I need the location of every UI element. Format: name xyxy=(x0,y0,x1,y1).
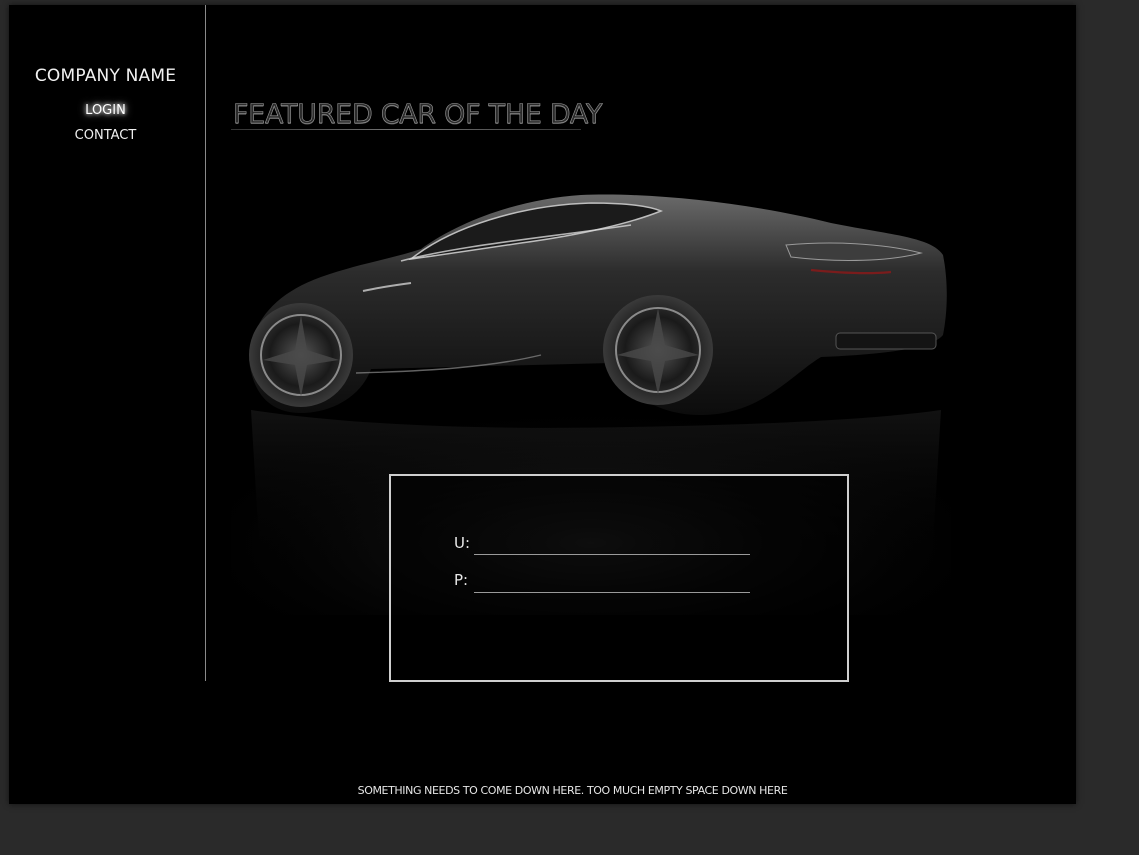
password-field[interactable] xyxy=(474,572,750,593)
nav-contact-link[interactable]: CONTACT xyxy=(9,128,202,143)
username-field[interactable] xyxy=(474,534,750,555)
title-underline xyxy=(231,129,581,130)
nav-login-link[interactable]: LOGIN xyxy=(9,103,202,118)
page-title: FEATURED CAR OF THE DAY xyxy=(233,99,603,131)
page-canvas: COMPANY NAME LOGIN CONTACT FEATURED CAR … xyxy=(9,5,1076,804)
username-label: U: xyxy=(454,534,471,552)
footer-text: SOMETHING NEEDS TO COME DOWN HERE. TOO M… xyxy=(357,784,788,797)
company-name: COMPANY NAME xyxy=(34,66,177,86)
sidebar: COMPANY NAME LOGIN CONTACT xyxy=(9,5,206,681)
password-label: P: xyxy=(454,571,469,589)
login-panel: U: P: xyxy=(389,474,849,682)
sidebar-divider xyxy=(205,5,206,681)
